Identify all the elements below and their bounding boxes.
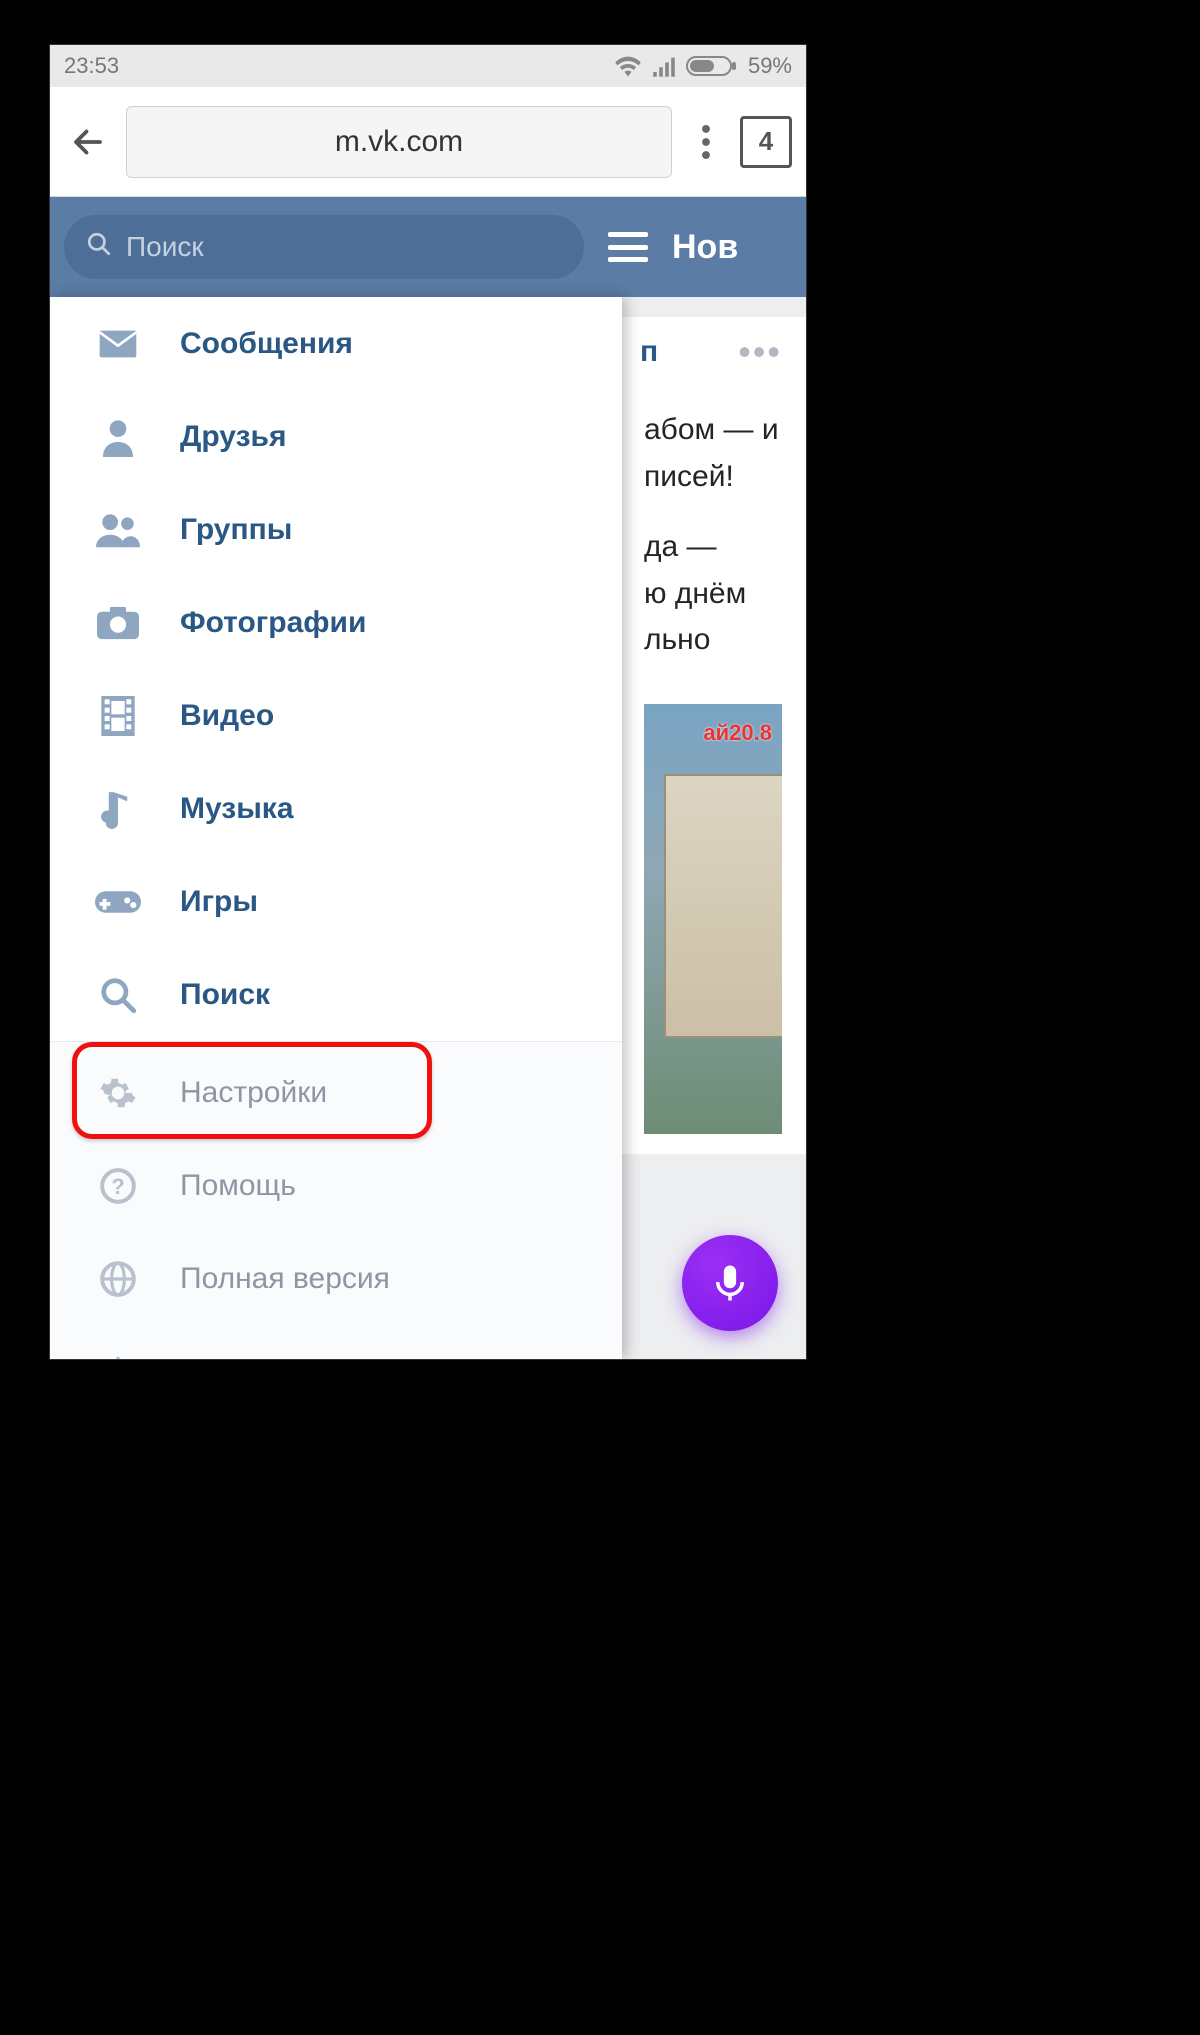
content-area: п ••• абом — и писей! да — ю днём льно а…: [50, 297, 806, 1359]
menu-item-label: Поиск: [180, 978, 270, 1012]
menu-item-photos[interactable]: Фотографии: [50, 576, 622, 669]
menu-item-label: Музыка: [180, 792, 294, 826]
menu-item-groups[interactable]: Группы: [50, 483, 622, 576]
wifi-icon: [614, 55, 642, 77]
search-placeholder: Поиск: [126, 231, 204, 263]
gear-icon: [94, 1069, 142, 1117]
page-title: Нов: [672, 228, 738, 267]
menu-item-label: Фотографии: [180, 606, 366, 640]
menu-item-label: Друзья: [180, 420, 286, 454]
people-icon: [94, 506, 142, 554]
menu-item-label: Настройки: [180, 1076, 327, 1110]
help-icon: ?: [94, 1162, 142, 1210]
url-bar[interactable]: m.vk.com: [126, 106, 672, 178]
person-icon: [94, 413, 142, 461]
menu-item-settings[interactable]: Настройки: [50, 1046, 622, 1139]
menu-item-video[interactable]: Видео: [50, 669, 622, 762]
phone-frame: 23:53 59% m.vk.com 4: [50, 45, 806, 1359]
menu-item-label: Полная версия: [180, 1262, 390, 1296]
power-icon: [94, 1348, 142, 1360]
clock: 23:53: [64, 53, 119, 79]
side-menu: Сообщения Друзья Группы Фотографии Видео Музы…: [50, 297, 622, 1359]
menu-item-friends[interactable]: Друзья: [50, 390, 622, 483]
post-image[interactable]: ай20.8: [644, 704, 782, 1134]
menu-item-messages[interactable]: Сообщения: [50, 297, 622, 390]
search-icon: [94, 971, 142, 1019]
film-icon: [94, 692, 142, 740]
camera-icon: [94, 599, 142, 647]
envelope-icon: [94, 320, 142, 368]
music-icon: [94, 785, 142, 833]
url-text: m.vk.com: [335, 125, 463, 159]
globe-icon: [94, 1255, 142, 1303]
browser-menu-button[interactable]: [686, 125, 726, 159]
menu-item-label: Группы: [180, 513, 292, 547]
image-sign-text: ай20.8: [703, 716, 772, 750]
menu-item-music[interactable]: Музыка: [50, 762, 622, 855]
search-icon: [86, 231, 112, 264]
voice-assistant-button[interactable]: [682, 1235, 778, 1331]
search-input[interactable]: Поиск: [64, 215, 584, 279]
menu-item-label: Помощь: [180, 1169, 296, 1203]
statusbar: 23:53 59%: [50, 45, 806, 87]
menu-item-help[interactable]: ? Помощь: [50, 1139, 622, 1232]
menu-item-full[interactable]: Полная версия: [50, 1232, 622, 1325]
menu-item-games[interactable]: Игры: [50, 855, 622, 948]
post-source: п: [640, 329, 658, 376]
menu-item-label: Видео: [180, 699, 274, 733]
menu-item-label: Сообщения: [180, 327, 353, 361]
battery-icon: [686, 55, 738, 77]
gamepad-icon: [94, 878, 142, 926]
svg-text:?: ?: [111, 1173, 125, 1198]
post-menu-icon[interactable]: •••: [738, 324, 782, 380]
browser-chrome: m.vk.com 4: [50, 87, 806, 197]
menu-item-search[interactable]: Поиск: [50, 948, 622, 1041]
tab-count-button[interactable]: 4: [740, 116, 792, 168]
vk-header: Поиск Нов: [50, 197, 806, 297]
back-button[interactable]: [64, 118, 112, 166]
hamburger-button[interactable]: [604, 223, 652, 271]
signal-icon: [652, 55, 676, 77]
menu-item-label: Игры: [180, 885, 258, 919]
battery-pct: 59%: [748, 53, 792, 79]
menu-item-logout[interactable]: Выход: [50, 1325, 622, 1359]
menu-item-label: Выход: [180, 1355, 270, 1360]
